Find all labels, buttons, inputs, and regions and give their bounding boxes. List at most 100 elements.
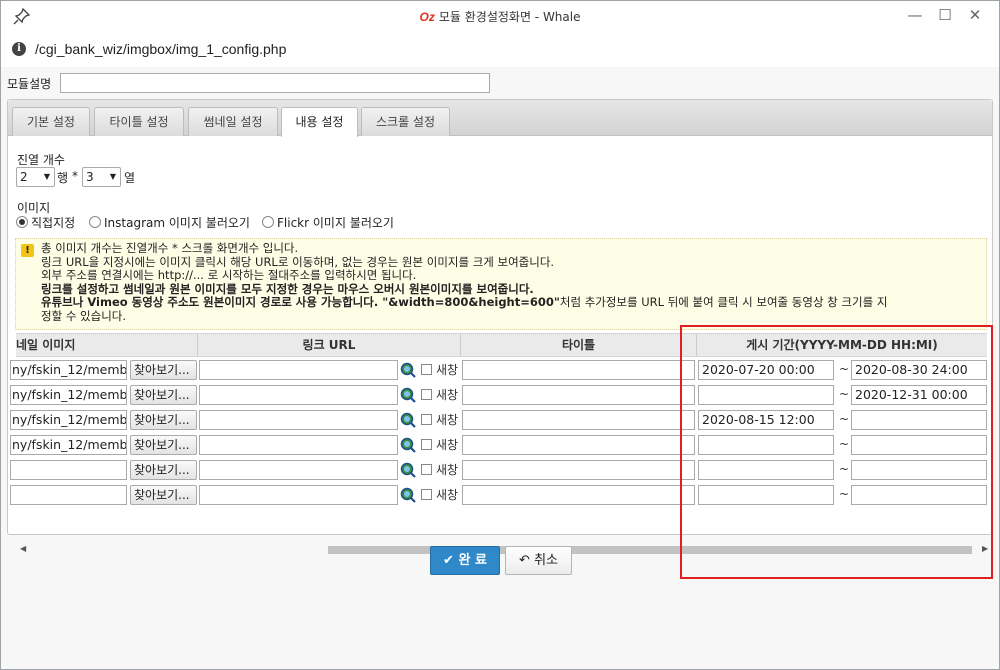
notice-text: 총 이미지 개수는 진열개수 * 스크롤 화면개수 입니다. 링크 URL을 지… — [41, 241, 985, 323]
notice-line: 정할 수 있습니다. — [41, 308, 127, 323]
thumbnail-path-input[interactable] — [10, 460, 127, 480]
thumbnail-path-input[interactable]: ny/fskin_12/memb — [10, 385, 127, 405]
new-window-checkbox[interactable] — [421, 389, 432, 400]
notice-line: 유튜브나 Vimeo 동영상 주소도 원본이미지 경로로 사용 가능합니다. "… — [41, 295, 985, 310]
new-window-label: 새창 — [436, 488, 459, 502]
notice-line-bold: 유튜브나 Vimeo 동영상 주소도 원본이미지 경로로 사용 가능합니다. "… — [41, 295, 560, 309]
notice-line: 링크를 설정하고 썸네일과 원본 이미지를 모두 지정한 경우는 마우스 오버시… — [41, 281, 534, 296]
tab-thumbnail[interactable]: 썸네일 설정 — [188, 107, 278, 136]
new-window-checkbox[interactable] — [421, 489, 432, 500]
tab-scroll[interactable]: 스크롤 설정 — [361, 107, 450, 136]
new-window-checkbox[interactable] — [421, 439, 432, 450]
link-url-input[interactable] — [199, 435, 398, 455]
cols-unit: 열 — [124, 171, 136, 185]
warning-icon: ! — [21, 244, 34, 257]
chevron-down-icon: ▼ — [109, 172, 116, 181]
title-input[interactable] — [462, 360, 695, 380]
maximize-icon[interactable]: ☐ — [934, 5, 956, 25]
tab-title[interactable]: 타이틀 설정 — [94, 107, 184, 136]
tab-basic[interactable]: 기본 설정 — [12, 107, 90, 136]
header-title: 타이틀 — [461, 334, 697, 356]
notice-line: 총 이미지 개수는 진열개수 * 스크롤 화면개수 입니다. — [41, 241, 299, 255]
search-icon[interactable] — [400, 437, 416, 453]
radio-instagram[interactable] — [89, 216, 101, 228]
close-icon[interactable]: ✕ — [964, 5, 986, 25]
undo-icon: ↶ — [519, 553, 530, 568]
tab-bar: 기본 설정 타이틀 설정 썸네일 설정 내용 설정 스크롤 설정 — [8, 100, 992, 137]
browse-button[interactable]: 찾아보기... — [130, 360, 197, 380]
radio-direct[interactable] — [16, 216, 28, 228]
radio-flickr[interactable] — [262, 216, 274, 228]
title-input[interactable] — [462, 410, 695, 430]
ok-button[interactable]: ✔ 완 료 — [430, 546, 500, 575]
thumbnail-path-input[interactable]: ny/fskin_12/memb — [10, 360, 127, 380]
chevron-down-icon: ▼ — [43, 172, 50, 181]
browse-button[interactable]: 찾아보기... — [130, 435, 197, 455]
search-icon[interactable] — [400, 487, 416, 503]
header-link-url: 링크 URL — [198, 334, 461, 356]
search-icon[interactable] — [400, 412, 416, 428]
info-icon[interactable]: i — [12, 42, 26, 56]
times-sign: * — [72, 169, 78, 183]
window-title: Oz 모듈 환경설정화면 - Whale — [1, 8, 999, 25]
link-url-input[interactable] — [199, 360, 398, 380]
title-input[interactable] — [462, 385, 695, 405]
thumbnail-path-input[interactable]: ny/fskin_12/memb — [10, 435, 127, 455]
thumbnail-path-input[interactable] — [10, 485, 127, 505]
title-input[interactable] — [462, 435, 695, 455]
link-url-input[interactable] — [199, 385, 398, 405]
thumbnail-path-input[interactable]: ny/fskin_12/memb — [10, 410, 127, 430]
new-window-label: 새창 — [436, 413, 459, 427]
url-text[interactable]: /cgi_bank_wiz/imgbox/img_1_config.php — [35, 41, 286, 57]
check-icon: ✔ — [443, 553, 454, 568]
ok-label: 완 료 — [458, 553, 487, 568]
search-icon[interactable] — [400, 387, 416, 403]
window-title-text: 모듈 환경설정화면 - Whale — [438, 10, 581, 24]
oz-logo: Oz — [419, 10, 435, 24]
new-window-checkbox[interactable] — [421, 364, 432, 375]
page-content: 모듈설명 기본 설정 타이틀 설정 썸네일 설정 내용 설정 스크롤 설정 진열… — [1, 67, 999, 669]
radio-instagram-label: Instagram 이미지 불러오기 — [104, 216, 250, 230]
rows-unit: 행 — [57, 171, 69, 185]
cols-select-value: 3 — [86, 170, 94, 184]
radio-flickr-label: Flickr 이미지 불러오기 — [277, 216, 394, 230]
search-icon[interactable] — [400, 462, 416, 478]
browse-button[interactable]: 찾아보기... — [130, 485, 197, 505]
new-window-label: 새창 — [436, 363, 459, 377]
new-window-label: 새창 — [436, 388, 459, 402]
minimize-icon[interactable]: — — [904, 5, 926, 25]
notice-line: 외부 주소를 연결시에는 http://... 로 시작하는 절대주소를 입력하… — [41, 268, 417, 282]
highlight-box — [680, 325, 993, 579]
new-window-checkbox[interactable] — [421, 414, 432, 425]
notice-line-rest: 처럼 추가정보를 URL 뒤에 붙여 클릭 시 보여줄 동영상 창 크기를 지 — [559, 295, 888, 309]
cancel-button[interactable]: ↶ 취소 — [505, 546, 572, 575]
link-url-input[interactable] — [199, 410, 398, 430]
notice-box: ! 총 이미지 개수는 진열개수 * 스크롤 화면개수 입니다. 링크 URL을… — [15, 238, 987, 330]
module-desc-label: 모듈설명 — [7, 77, 52, 91]
title-bar: Oz 모듈 환경설정화면 - Whale — ☐ ✕ — [1, 1, 999, 31]
rows-select-value: 2 — [20, 170, 28, 184]
link-url-input[interactable] — [199, 485, 398, 505]
browse-button[interactable]: 찾아보기... — [130, 410, 197, 430]
cancel-label: 취소 — [534, 553, 558, 568]
tab-content[interactable]: 내용 설정 — [281, 107, 358, 137]
scroll-left-icon[interactable]: ◀ — [20, 544, 26, 553]
radio-direct-label: 직접지정 — [31, 216, 76, 230]
browse-button[interactable]: 찾아보기... — [130, 385, 197, 405]
cols-select[interactable]: 3 ▼ — [82, 167, 121, 187]
header-thumbnail: 네일 이미지 — [16, 334, 198, 356]
link-url-input[interactable] — [199, 460, 398, 480]
layout-count-label: 진열 개수 — [17, 153, 65, 167]
title-input[interactable] — [462, 460, 695, 480]
browse-button[interactable]: 찾아보기... — [130, 460, 197, 480]
search-icon[interactable] — [400, 362, 416, 378]
rows-select[interactable]: 2 ▼ — [16, 167, 55, 187]
title-input[interactable] — [462, 485, 695, 505]
module-desc-input[interactable] — [60, 73, 490, 93]
new-window-checkbox[interactable] — [421, 464, 432, 475]
new-window-label: 새창 — [436, 463, 459, 477]
new-window-label: 새창 — [436, 438, 459, 452]
notice-line: 링크 URL을 지정시에는 이미지 클릭시 해당 URL로 이동하며, 없는 경… — [41, 254, 555, 269]
address-bar: i /cgi_bank_wiz/imgbox/img_1_config.php — [1, 33, 999, 67]
browser-window: Oz 모듈 환경설정화면 - Whale — ☐ ✕ i /cgi_bank_wi… — [0, 0, 1000, 670]
